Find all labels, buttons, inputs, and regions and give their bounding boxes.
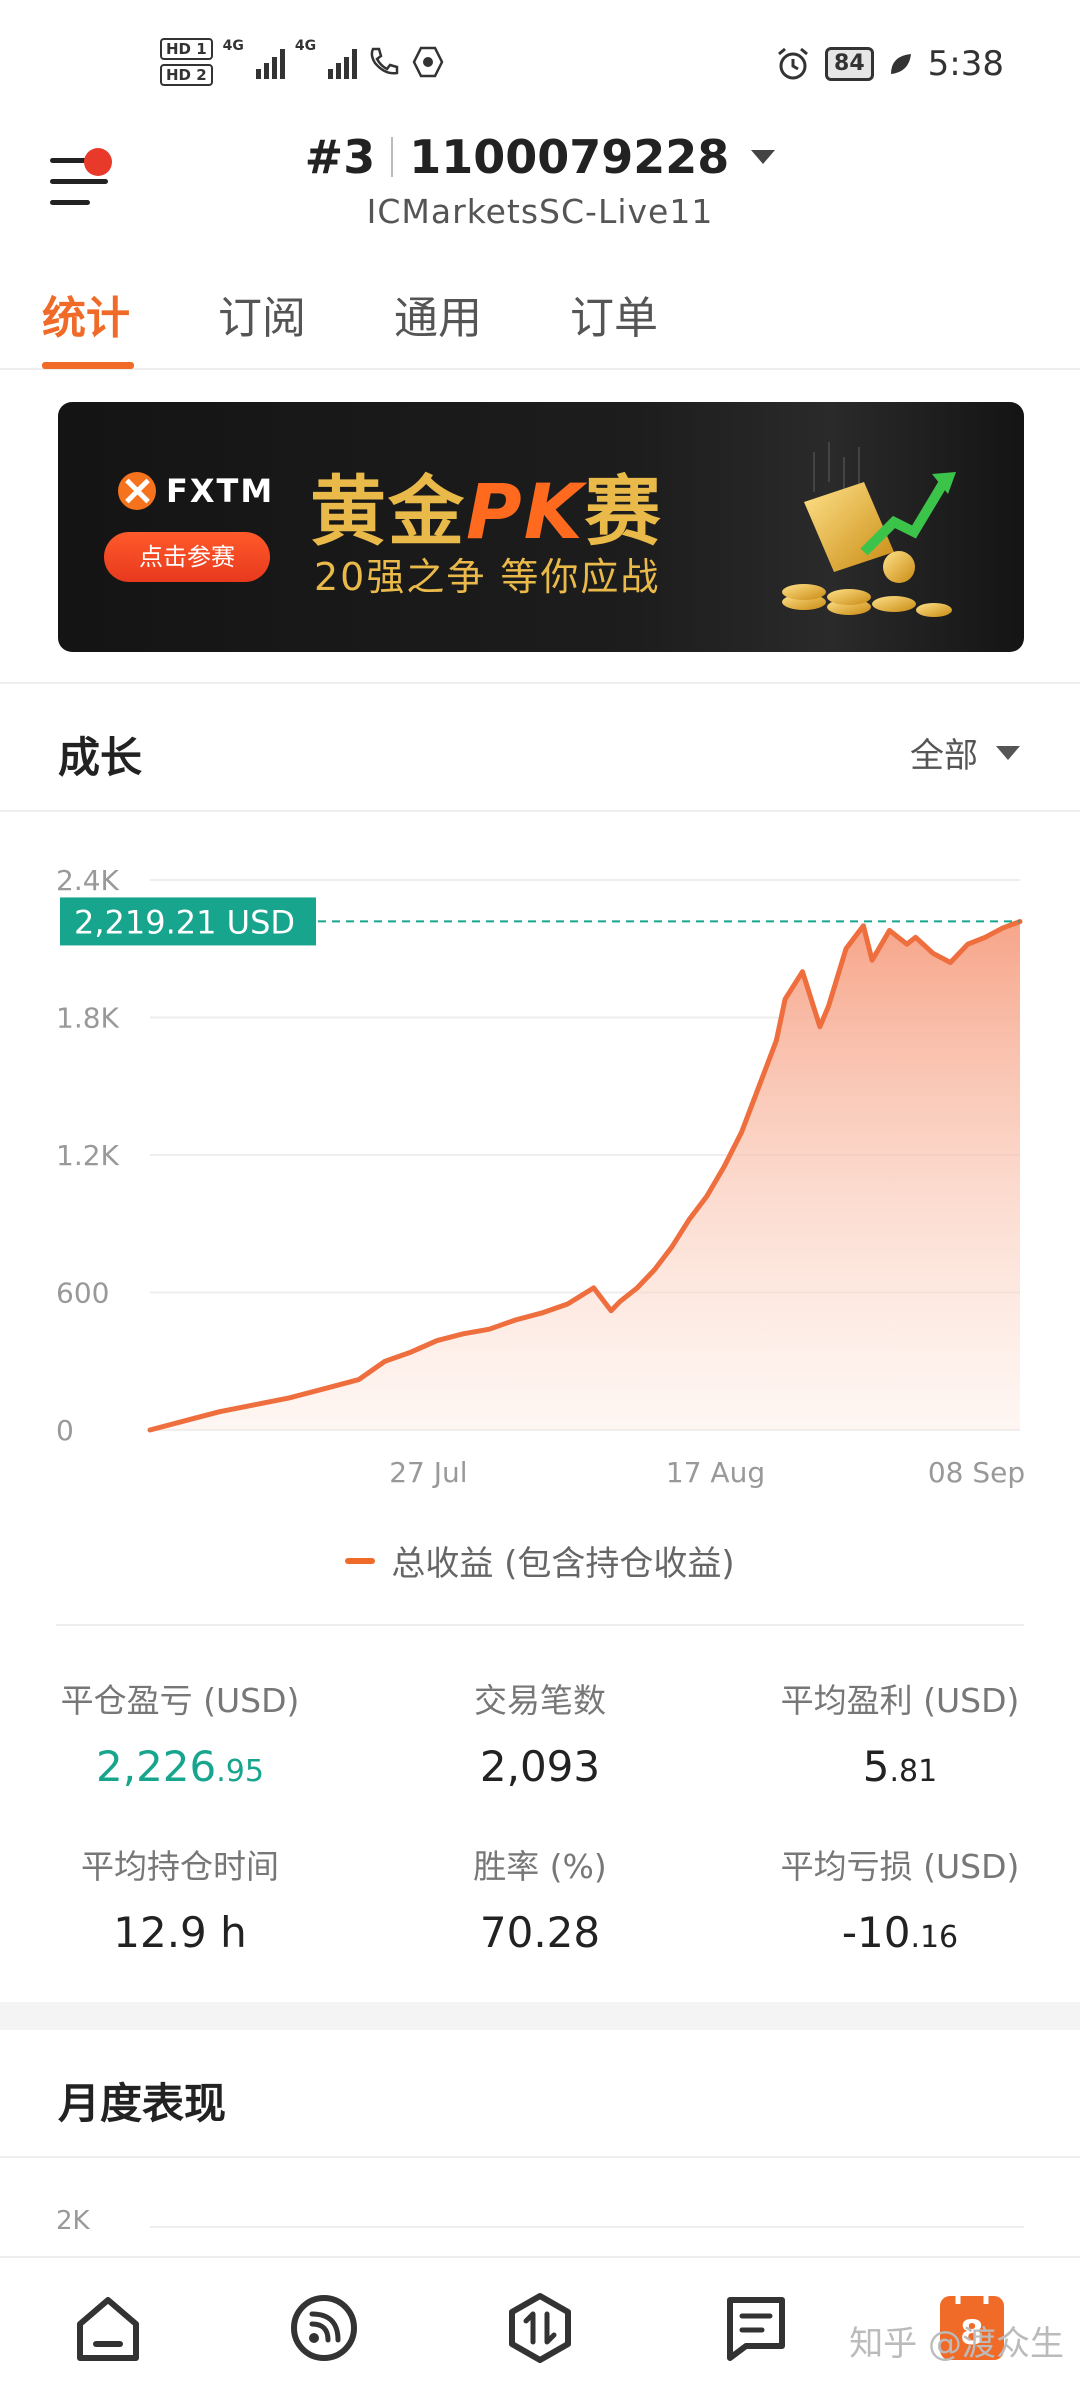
x-tick-label: 17 Aug: [666, 1456, 765, 1489]
watermark: 知乎 @渡众生: [849, 2324, 1064, 2364]
monthly-title: 月度表现: [58, 2079, 227, 2128]
hd-icon: HD 2: [160, 64, 213, 86]
tab-statistics[interactable]: 统计: [42, 282, 130, 346]
clock: 5:38: [927, 44, 1004, 84]
legend-label: 总收益 (包含持仓收益): [391, 1544, 735, 1584]
chart-legend: 总收益 (包含持仓收益): [0, 1536, 1080, 1585]
monthly-y-tick: 2K: [56, 2206, 90, 2236]
home-icon[interactable]: [68, 2288, 148, 2368]
network-type-label: 4G: [222, 38, 244, 54]
battery-icon: 84: [825, 47, 874, 81]
account-selector[interactable]: #3 1100079228 ICMarketsSC-Live11: [0, 130, 1080, 231]
stat-closed-pnl: 平仓盈亏 (USD) 2,226.95: [60, 1681, 300, 1791]
signal-icon: [328, 45, 358, 79]
stat-avg-profit: 平均盈利 (USD) 5.81: [780, 1681, 1020, 1791]
banner-subtitle: 20强之争 等你应战: [314, 555, 661, 599]
account-index: #3: [304, 130, 376, 184]
current-value-label: 2,219.21 USD: [74, 903, 295, 941]
section-separator: [0, 2002, 1080, 2030]
growth-title: 成长: [58, 733, 143, 782]
chevron-down-icon: [996, 745, 1020, 760]
monthly-gridline: [150, 2226, 1024, 2228]
status-left: HD 1 HD 2 4G 4G: [160, 38, 445, 86]
y-tick-label: 0: [56, 1414, 74, 1447]
tab-orders[interactable]: 订单: [570, 282, 658, 346]
chevron-down-icon: [751, 150, 776, 164]
y-tick-label: 1.8K: [56, 1002, 120, 1035]
trade-icon[interactable]: [500, 2288, 580, 2368]
shield-icon: [412, 46, 444, 78]
promo-banner[interactable]: FXTM 点击参赛 黄金PK赛 20强之争 等你应战: [58, 402, 1024, 652]
range-selector[interactable]: 全部: [910, 728, 1020, 777]
legend-swatch: [345, 1557, 376, 1564]
x-tick-label: 27 Jul: [389, 1456, 467, 1489]
join-contest-button[interactable]: 点击参赛: [104, 532, 270, 582]
y-tick-label: 1.2K: [56, 1139, 120, 1172]
stat-trade-count: 交易笔数 2,093: [474, 1681, 606, 1791]
account-server: ICMarketsSC-Live11: [366, 192, 714, 231]
range-selector-value: 全部: [910, 736, 978, 776]
tab-subscribe[interactable]: 订阅: [218, 282, 306, 346]
tab-general[interactable]: 通用: [394, 282, 482, 346]
network-type-label: 4G: [294, 38, 317, 54]
status-bar: HD 1 HD 2 4G 4G 84 5:38: [0, 0, 1080, 120]
stat-avg-hold-time: 平均持仓时间 12.9 h: [81, 1847, 279, 1957]
x-tick-label: 08 Sep: [928, 1456, 1025, 1489]
brand-name: FXTM: [166, 472, 275, 510]
tab-bar: 统计 订阅 通用 订单: [0, 278, 1080, 370]
wifi-calling-icon: [370, 47, 399, 75]
account-number: 1100079228: [409, 130, 730, 184]
stat-win-rate: 胜率 (%) 70.28: [473, 1847, 607, 1957]
gold-bars-illustration: [782, 442, 956, 617]
status-right: 84 5:38: [775, 44, 1004, 84]
message-icon[interactable]: [716, 2288, 796, 2368]
brand-logo: FXTM: [118, 472, 274, 510]
y-tick-label: 2.4K: [56, 864, 120, 897]
stat-avg-loss: 平均亏损 (USD) -10.16: [780, 1847, 1020, 1957]
banner-title: 黄金PK赛: [310, 467, 663, 556]
feed-icon[interactable]: [284, 2288, 364, 2368]
hd-icon: HD 1: [160, 38, 213, 60]
leaf-icon: [890, 54, 911, 74]
signal-icon: [255, 45, 285, 79]
growth-chart[interactable]: 0 600 1.2K 1.8K 2.4K 27 Jul 17 Aug 08 Sep 2,219.…: [0, 830, 1080, 1520]
tab-indicator: [42, 362, 134, 369]
alarm-icon: [778, 47, 808, 80]
y-tick-label: 600: [56, 1277, 109, 1310]
series-area: [150, 921, 1020, 1430]
fxtm-logo-icon: [118, 472, 156, 510]
